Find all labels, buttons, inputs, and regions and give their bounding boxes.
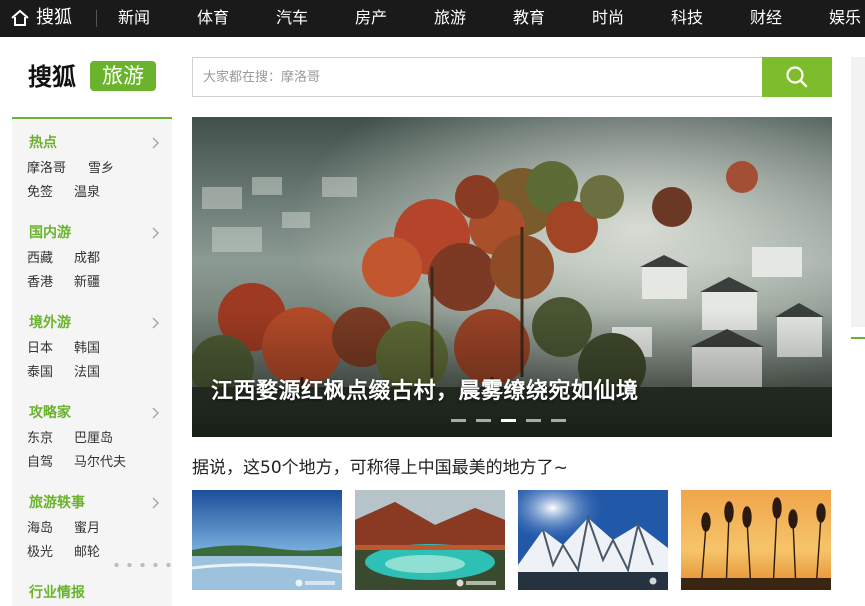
sidebar-link[interactable]: 新疆 — [74, 275, 100, 291]
carousel-dot-4[interactable] — [526, 419, 541, 422]
home-icon[interactable] — [10, 8, 30, 28]
sidebar-link[interactable]: 成都 — [74, 251, 100, 267]
nav-item-fashion[interactable]: 时尚 — [592, 8, 624, 28]
search-icon — [786, 66, 808, 88]
chevron-right-icon[interactable] — [151, 226, 161, 240]
sidebar-link[interactable]: 韩国 — [74, 341, 100, 357]
chevron-right-icon[interactable] — [151, 496, 161, 510]
sidebar-category-hot[interactable]: 热点 — [29, 134, 57, 152]
sidebar-link[interactable]: 马尔代夫 — [74, 455, 126, 471]
nav-item-sports[interactable]: 体育 — [197, 8, 229, 28]
nav-item-news[interactable]: 新闻 — [118, 8, 150, 28]
sidebar-category-anecdotes[interactable]: 旅游轶事 — [29, 494, 85, 512]
sidebar-category-guides[interactable]: 攻略家 — [29, 404, 71, 422]
right-panel-accent — [851, 337, 865, 339]
sidebar-link[interactable]: 香港 — [27, 275, 53, 291]
thumbnail-snow-mountains[interactable] — [518, 490, 668, 590]
sidebar-link[interactable]: 极光 — [27, 545, 53, 561]
carousel-dot-2[interactable] — [476, 419, 491, 422]
sidebar-link[interactable]: 东京 — [27, 431, 53, 447]
search-button[interactable] — [762, 57, 832, 97]
chevron-right-icon[interactable] — [151, 406, 161, 420]
sidebar-link[interactable]: 蜜月 — [74, 521, 100, 537]
sidebar-link[interactable]: 西藏 — [27, 251, 53, 267]
nav-divider — [96, 10, 97, 27]
chevron-right-icon[interactable] — [151, 136, 161, 150]
sidebar-link[interactable]: 邮轮 — [74, 545, 100, 561]
sidebar-category-industry[interactable]: 行业情报 — [29, 584, 85, 602]
nav-item-education[interactable]: 教育 — [513, 8, 545, 28]
sidebar-link[interactable]: 海岛 — [27, 521, 53, 537]
sidebar-category-domestic[interactable]: 国内游 — [29, 224, 71, 242]
site-logo-badge[interactable]: 旅游 — [90, 61, 156, 91]
thumbnail-reeds-sunset[interactable] — [681, 490, 831, 590]
sidebar-link[interactable]: 雪乡 — [88, 161, 114, 177]
article-headline[interactable]: 据说，这50个地方，可称得上中国最美的地方了~ — [192, 457, 568, 479]
sidebar-link[interactable]: 温泉 — [74, 185, 100, 201]
nav-item-finance[interactable]: 财经 — [750, 8, 782, 28]
sidebar-link[interactable]: 免签 — [27, 185, 53, 201]
sidebar-link[interactable]: 自驾 — [27, 455, 53, 471]
carousel-dot-5[interactable] — [551, 419, 566, 422]
sidebar-link[interactable]: 巴厘岛 — [74, 431, 113, 447]
thumbnail-lake-grassland[interactable] — [192, 490, 342, 590]
sidebar-link[interactable]: 法国 — [74, 365, 100, 381]
sidebar-dots-divider — [110, 563, 174, 567]
nav-item-travel[interactable]: 旅游 — [434, 8, 466, 28]
sidebar-category-overseas[interactable]: 境外游 — [29, 314, 71, 332]
right-panel-edge — [851, 57, 865, 327]
sidebar-link[interactable]: 摩洛哥 — [27, 161, 66, 177]
category-sidebar: 热点 摩洛哥 雪乡 免签 温泉 国内游 西藏 成都 香港 新疆 境外游 日本 韩… — [12, 117, 172, 606]
watermark-icon — [456, 579, 496, 587]
hero-caption[interactable]: 江西婺源红枫点缀古村，晨雾缭绕宛如仙境 — [211, 377, 639, 407]
sidebar-link[interactable]: 泰国 — [27, 365, 53, 381]
watermark-icon — [295, 579, 335, 587]
sohu-brand[interactable]: 搜狐 — [36, 7, 72, 29]
chevron-right-icon[interactable] — [151, 316, 161, 330]
sidebar-link[interactable]: 日本 — [27, 341, 53, 357]
nav-item-realestate[interactable]: 房产 — [355, 8, 387, 28]
search-input[interactable] — [192, 57, 763, 97]
carousel-dot-3-active[interactable] — [501, 419, 516, 422]
carousel-dot-1[interactable] — [451, 419, 466, 422]
site-logo-text[interactable]: 搜狐 — [28, 62, 76, 92]
top-nav-bar: 搜狐 新闻 体育 汽车 房产 旅游 教育 时尚 科技 财经 娱乐 — [0, 0, 865, 37]
nav-item-tech[interactable]: 科技 — [671, 8, 703, 28]
nav-item-entertainment[interactable]: 娱乐 — [829, 8, 861, 28]
thumbnail-colorful-lake[interactable] — [355, 490, 505, 590]
watermark-icon — [649, 577, 657, 585]
nav-item-auto[interactable]: 汽车 — [276, 8, 308, 28]
